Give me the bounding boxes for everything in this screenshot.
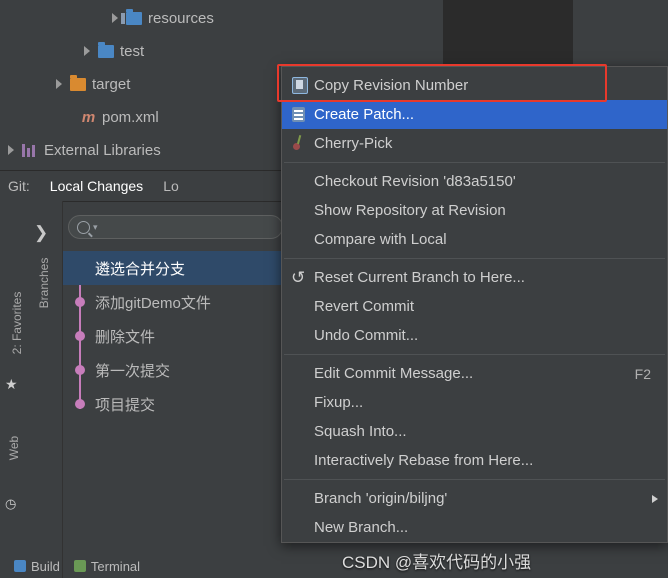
tree-item-test[interactable]: test: [0, 37, 523, 65]
maven-m-icon: m: [81, 108, 96, 126]
search-input[interactable]: ▾: [68, 215, 283, 239]
build-icon: [14, 560, 26, 572]
menu-item-edit-commit-message[interactable]: Edit Commit Message... F2: [282, 359, 667, 388]
reset-icon: ↺: [291, 268, 306, 287]
menu-item-show-repository-at-revision[interactable]: Show Repository at Revision: [282, 196, 667, 225]
chevron-right-icon[interactable]: [52, 77, 66, 91]
ide-window: resources test target m pom.xml External…: [0, 0, 668, 578]
menu-separator: [284, 258, 665, 259]
menu-item-copy-revision-number[interactable]: Copy Revision Number: [282, 71, 667, 100]
menu-separator: [284, 162, 665, 163]
tree-item-label: test: [120, 42, 145, 60]
menu-item-interactively-rebase-from-here[interactable]: Interactively Rebase from Here...: [282, 446, 667, 475]
tree-item-label: resources: [148, 9, 214, 27]
menu-item-reset-current-branch[interactable]: ↺ Reset Current Branch to Here...: [282, 263, 667, 292]
tab-log[interactable]: Lo: [163, 178, 179, 194]
menu-item-squash-into[interactable]: Squash Into...: [282, 417, 667, 446]
menu-item-label: Branch 'origin/biljng': [314, 490, 448, 507]
tree-item-label: target: [92, 75, 131, 93]
blue-folder-icon: [98, 41, 114, 58]
rail-button-web[interactable]: Web: [7, 418, 21, 478]
tree-item-resources[interactable]: resources: [0, 4, 551, 32]
menu-separator: [284, 354, 665, 355]
menu-item-label: Copy Revision Number: [314, 77, 469, 94]
chevron-right-icon[interactable]: [80, 44, 94, 58]
tool-window-left-rail: 2: Favorites ★ Web ◷: [0, 201, 27, 578]
terminal-icon: [73, 560, 86, 572]
commit-context-menu: Copy Revision Number Create Patch... Che…: [281, 66, 668, 543]
expand-branches-button[interactable]: ❯: [34, 223, 48, 243]
menu-item-label: Revert Commit: [314, 298, 415, 315]
bottom-tab-terminal[interactable]: Terminal: [73, 558, 141, 574]
menu-item-label: Squash Into...: [314, 423, 407, 440]
orange-folder-icon: [70, 74, 86, 91]
menu-item-create-patch[interactable]: Create Patch...: [282, 100, 667, 129]
commit-message: 第一次提交: [95, 362, 171, 380]
branches-column: ❯ Branches: [26, 201, 63, 578]
menu-separator: [284, 479, 665, 480]
watermark: CSDN @喜欢代码的小强: [342, 553, 532, 572]
menu-item-label: Create Patch...: [314, 106, 415, 123]
menu-item-label: Cherry-Pick: [314, 135, 393, 152]
menu-item-label: Fixup...: [314, 394, 364, 411]
chevron-right-icon: [652, 494, 658, 503]
copy-icon: [292, 77, 314, 94]
branches-label: Branches: [37, 257, 51, 309]
commit-message: 遴选合并分支: [95, 260, 186, 278]
search-icon: [77, 220, 90, 234]
menu-item-label: Interactively Rebase from Here...: [314, 452, 534, 469]
commit-message: 添加gitDemo文件: [95, 294, 211, 312]
commit-message: 删除文件: [95, 328, 156, 346]
menu-item-label: Checkout Revision 'd83a5150': [314, 173, 516, 190]
resources-folder-icon: [121, 8, 142, 25]
menu-item-revert-commit[interactable]: Revert Commit: [282, 292, 667, 321]
menu-item-label: New Branch...: [314, 519, 409, 536]
menu-item-new-branch[interactable]: New Branch...: [282, 513, 667, 542]
bottom-tab-label: Build: [31, 558, 60, 574]
bottom-tab-label: Terminal: [90, 558, 141, 574]
patch-icon: [292, 107, 314, 122]
tree-item-label: External Libraries: [44, 141, 161, 159]
menu-item-cherry-pick[interactable]: Cherry-Pick: [282, 129, 667, 158]
rail-button-favorites[interactable]: 2: Favorites: [10, 278, 24, 368]
menu-item-label: Edit Commit Message...: [314, 365, 474, 382]
libraries-icon: [22, 143, 39, 157]
chevron-right-icon[interactable]: [4, 143, 18, 157]
menu-item-label: Undo Commit...: [314, 327, 419, 344]
cherry-icon: [292, 136, 314, 151]
tab-local-changes[interactable]: Local Changes: [50, 178, 143, 194]
menu-item-fixup[interactable]: Fixup...: [282, 388, 667, 417]
menu-item-branch-origin[interactable]: Branch 'origin/biljng': [282, 484, 667, 513]
menu-item-compare-with-local[interactable]: Compare with Local: [282, 225, 667, 254]
clock-icon: ◷: [5, 496, 17, 511]
search-field[interactable]: [97, 218, 262, 236]
menu-item-label: Show Repository at Revision: [314, 202, 506, 219]
star-icon: ★: [5, 376, 18, 392]
tree-item-label: pom.xml: [102, 108, 159, 126]
menu-item-undo-commit[interactable]: Undo Commit...: [282, 321, 667, 350]
menu-item-shortcut: F2: [634, 365, 651, 382]
git-tool-window-title: Git:: [8, 178, 30, 194]
menu-item-label: Compare with Local: [314, 231, 447, 248]
menu-item-label: Reset Current Branch to Here...: [314, 269, 525, 286]
bottom-tab-build[interactable]: Build: [14, 559, 60, 574]
commit-message: 项目提交: [95, 396, 156, 414]
chevron-right-icon[interactable]: [108, 11, 122, 25]
menu-item-checkout-revision[interactable]: Checkout Revision 'd83a5150': [282, 167, 667, 196]
